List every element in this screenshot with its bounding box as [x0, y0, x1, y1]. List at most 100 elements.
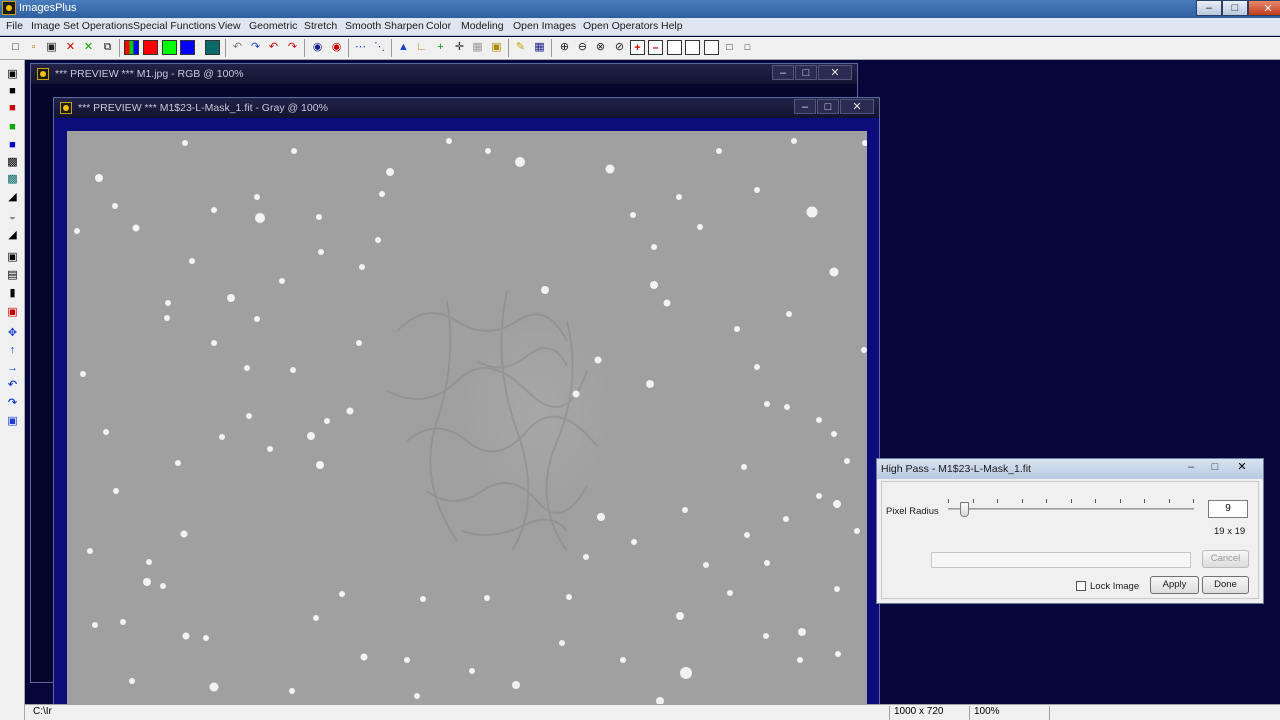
camera-icon[interactable]: ▣ [489, 40, 504, 55]
zoom-fit-icon[interactable]: ⊗ [593, 40, 608, 55]
maximize-icon[interactable]: □ [1203, 460, 1227, 475]
new-icon[interactable]: □ [8, 40, 23, 55]
maximize-icon[interactable]: □ [817, 99, 839, 114]
close-image-icon[interactable]: ✕ [63, 40, 78, 55]
close-icon[interactable]: ✕ [1227, 460, 1257, 475]
box-tiny-icon[interactable]: □ [722, 40, 737, 55]
status-image-size: 1000 x 720 [889, 706, 969, 720]
green-channel-icon[interactable] [162, 40, 177, 55]
pixel-radius-label: Pixel Radius [886, 506, 939, 517]
toolbar-separator [225, 39, 226, 57]
progress-bar [931, 552, 1191, 568]
save-icon[interactable]: ▣ [5, 67, 20, 82]
open-icon[interactable]: ▫ [26, 40, 41, 55]
box-large-icon[interactable] [667, 40, 682, 55]
minimize-icon[interactable]: – [772, 65, 794, 80]
fix-icon[interactable]: ▣ [5, 305, 20, 320]
add-box-icon[interactable]: + [630, 40, 645, 55]
slider-tick [1193, 499, 1194, 503]
menu-open-operators[interactable]: Open Operators [583, 20, 658, 32]
zoom-out-icon[interactable]: ⊖ [575, 40, 590, 55]
frame-icon[interactable]: ▣ [5, 250, 20, 265]
copy-icon[interactable]: ⧉ [100, 40, 115, 55]
teal-layer-icon[interactable]: ▩ [5, 172, 20, 187]
menu-view[interactable]: View [218, 20, 241, 32]
menu-modeling[interactable]: Modeling [461, 20, 504, 32]
redo-all-icon[interactable]: ↷ [285, 40, 300, 55]
close-all-icon[interactable]: ✕ [81, 40, 96, 55]
circle-select-icon[interactable]: ◉ [310, 40, 325, 55]
redo-icon[interactable]: ↷ [248, 40, 263, 55]
close-icon[interactable]: ✕ [840, 99, 874, 114]
matrix-icon[interactable]: ▦ [532, 40, 547, 55]
rotate-right-icon[interactable]: ↷ [5, 396, 20, 411]
remove-box-icon[interactable]: – [648, 40, 663, 55]
half-square-icon[interactable]: ◢ [5, 190, 20, 205]
gradient-icon[interactable]: ◒ [5, 210, 20, 225]
menu-image-set-operations[interactable]: Image Set Operations [31, 20, 133, 32]
apply-button[interactable]: Apply [1150, 576, 1199, 594]
arrow-up-icon[interactable]: ↑ [5, 343, 20, 358]
minimize-icon[interactable]: – [1179, 460, 1203, 475]
window-title-bar[interactable]: *** PREVIEW *** M1$23-L-Mask_1.fit - Gra… [54, 98, 879, 118]
rgb-channels-icon[interactable] [124, 40, 139, 55]
dotted-line-icon[interactable]: ⋯ [353, 40, 368, 55]
zoom-actual-icon[interactable]: ⊘ [612, 40, 627, 55]
undo-all-icon[interactable]: ↶ [266, 40, 281, 55]
black-square-icon[interactable]: ■ [5, 84, 20, 99]
menu-color[interactable]: Color [426, 20, 451, 32]
slider-thumb[interactable] [960, 502, 969, 517]
pencil-icon[interactable]: ✎ [513, 40, 528, 55]
minimize-icon[interactable]: – [794, 99, 816, 114]
menu-open-images[interactable]: Open Images [513, 20, 576, 32]
circle-mask-icon[interactable]: ◉ [329, 40, 344, 55]
cross-icon[interactable]: + [433, 40, 448, 55]
flip-icon[interactable]: ▣ [5, 414, 20, 429]
red-square-icon[interactable]: ■ [5, 101, 20, 116]
cancel-button[interactable]: Cancel [1202, 550, 1249, 568]
zoom-in-icon[interactable]: ⊕ [557, 40, 572, 55]
dialog-title-bar[interactable]: High Pass - M1$23-L-Mask_1.fit – □ ✕ [877, 459, 1263, 479]
save-icon[interactable]: ▣ [44, 40, 59, 55]
arrow-right-icon[interactable]: → [5, 361, 20, 376]
green-square-icon[interactable]: ■ [5, 120, 20, 135]
window-title-bar[interactable]: *** PREVIEW *** M1.jpg - RGB @ 100% – □ … [31, 64, 857, 84]
bars-icon[interactable]: ▤ [5, 268, 20, 283]
minimize-icon[interactable]: – [1196, 0, 1222, 16]
app-icon [2, 1, 16, 15]
blue-square-icon[interactable]: ■ [5, 138, 20, 153]
menu-stretch[interactable]: Stretch [304, 20, 337, 32]
diagonal-icon[interactable]: ◢ [5, 228, 20, 243]
red-channel-icon[interactable] [143, 40, 158, 55]
image-canvas[interactable] [67, 131, 867, 706]
triangle-icon[interactable]: ▲ [396, 40, 411, 55]
menu-file[interactable]: File [6, 20, 23, 32]
maximize-icon[interactable]: □ [1222, 0, 1248, 16]
blue-channel-icon[interactable] [180, 40, 195, 55]
slider-tick [1120, 499, 1121, 503]
box-medium-icon[interactable] [685, 40, 700, 55]
maximize-icon[interactable]: □ [795, 65, 817, 80]
pixel-radius-input[interactable]: 9 [1208, 500, 1248, 518]
crosshair-icon[interactable]: ✛ [452, 40, 467, 55]
close-icon[interactable]: ✕ [1248, 0, 1280, 16]
rotate-left-icon[interactable]: ↶ [5, 378, 20, 393]
bar-icon[interactable]: ▮ [5, 286, 20, 301]
axis-icon[interactable]: ∟ [414, 40, 429, 55]
close-icon[interactable]: ✕ [818, 65, 852, 80]
layer-icon[interactable]: ▩ [5, 155, 20, 170]
menu-help[interactable]: Help [661, 20, 683, 32]
box-mini-icon[interactable]: □ [740, 40, 755, 55]
grid-channel-icon[interactable] [205, 40, 220, 55]
menu-special-functions[interactable]: Special Functions [133, 20, 216, 32]
dotted-arrow-icon[interactable]: ⋱ [372, 40, 387, 55]
move-icon[interactable]: ✥ [5, 326, 20, 341]
box-small-icon[interactable] [704, 40, 719, 55]
undo-icon[interactable]: ↶ [230, 40, 245, 55]
lock-image-checkbox[interactable] [1076, 581, 1086, 591]
pixel-radius-slider[interactable] [948, 496, 1194, 520]
menu-geometric[interactable]: Geometric [249, 20, 297, 32]
menu-smooth-sharpen[interactable]: Smooth Sharpen [345, 20, 424, 32]
done-button[interactable]: Done [1202, 576, 1249, 594]
grid-icon[interactable]: ▦ [470, 40, 485, 55]
